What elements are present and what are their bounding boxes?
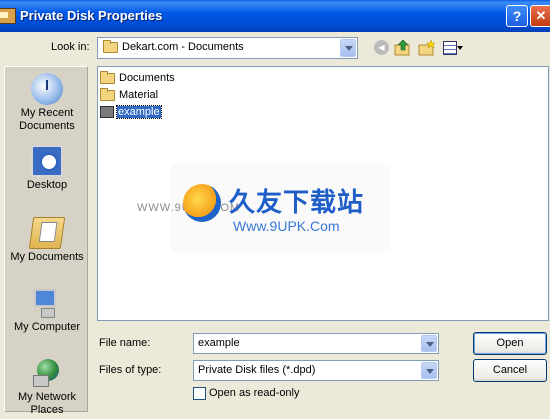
chevron-down-icon (457, 46, 463, 50)
desktop-icon (31, 145, 63, 177)
recent-documents-icon (31, 73, 63, 105)
list-item[interactable]: example (100, 104, 162, 120)
place-my-documents[interactable]: My Documents (5, 217, 89, 264)
watermark-logo-icon (183, 184, 221, 222)
place-label: My Network Places (17, 391, 77, 416)
help-button[interactable]: ? (506, 5, 528, 27)
up-folder-icon[interactable] (394, 39, 412, 57)
chevron-down-icon[interactable] (340, 39, 356, 57)
folder-icon (100, 87, 115, 101)
chevron-down-icon[interactable] (421, 362, 437, 379)
window-title: Private Disk Properties (20, 8, 163, 23)
places-bar: My Recent Documents Desktop My Documents… (4, 66, 89, 416)
read-only-label[interactable]: Open as read-only (209, 387, 300, 399)
private-disk-file-icon (100, 106, 114, 119)
watermark-title: 久友下载站 (229, 187, 365, 217)
new-folder-icon[interactable] (418, 39, 436, 57)
close-button[interactable]: ✕ (530, 5, 550, 27)
back-icon[interactable] (372, 39, 390, 57)
place-my-recent-documents[interactable]: My Recent Documents (5, 73, 89, 133)
chevron-down-icon[interactable] (421, 335, 437, 352)
title-bar[interactable]: Private Disk Properties ? ✕ (0, 0, 550, 32)
look-in-dropdown[interactable]: Dekart.com - Documents (97, 37, 358, 59)
look-in-label: Look in: (51, 41, 90, 53)
watermark-url: Www.9UPK.Com (233, 218, 340, 234)
place-desktop[interactable]: Desktop (5, 145, 89, 192)
look-in-value: Dekart.com - Documents (122, 41, 244, 53)
file-name-label: File name: (99, 337, 151, 349)
cancel-button[interactable]: Cancel (473, 359, 547, 382)
files-of-type-label: Files of type: (99, 364, 162, 376)
views-menu-icon[interactable] (442, 39, 464, 57)
place-label: Desktop (26, 179, 68, 191)
place-label: My Computer (13, 321, 81, 333)
network-places-icon (31, 357, 63, 389)
file-list[interactable]: Documents Material example WWW.9UPK.COM … (97, 66, 549, 321)
open-button[interactable]: Open (473, 332, 547, 355)
my-documents-icon (28, 217, 66, 249)
view-grid-icon (443, 41, 457, 55)
place-my-network-places[interactable]: My Network Places (5, 357, 89, 417)
folder-icon (103, 40, 118, 53)
app-icon[interactable] (0, 8, 16, 24)
place-label: My Recent Documents (19, 107, 75, 132)
files-of-type-dropdown[interactable]: Private Disk files (*.dpd) (193, 360, 439, 381)
file-name-field[interactable]: example (193, 333, 439, 354)
watermark: WWW.9UPK.COM 久友下载站 Www.9UPK.Com (137, 164, 391, 252)
open-file-dialog: Private Disk Properties ? ✕ Look in: Dek… (0, 0, 550, 419)
read-only-checkbox[interactable] (193, 387, 206, 400)
place-label: My Documents (10, 251, 84, 263)
folder-icon (100, 70, 115, 84)
list-item[interactable]: Documents (100, 70, 176, 86)
list-item[interactable]: Material (100, 87, 159, 103)
place-my-computer[interactable]: My Computer (5, 287, 89, 334)
my-computer-icon (31, 287, 63, 319)
